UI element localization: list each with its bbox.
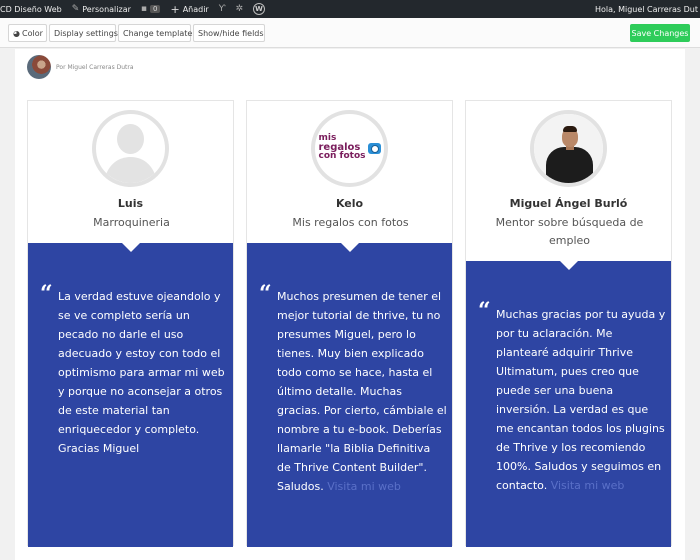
quote-icon: “ [40,281,53,307]
customize-label: Personalizar [82,4,131,14]
avatar: mis regalos con fotos [311,110,388,187]
user-silhouette-icon [96,114,165,183]
mis-regalos-logo: mis regalos con fotos [319,133,381,164]
testimonial-card-kelo: mis regalos con fotos Kelo Mis regalos c… [246,100,453,547]
quote-text: Muchos presumen de tener el mejor tutori… [277,290,447,493]
testimonial-quote: “ La verdad estuve ojeandolo y se ve com… [28,242,233,547]
testimonial-role: Mis regalos con fotos [292,216,409,229]
avatar [530,110,607,187]
comments-count: 0 [150,5,161,13]
display-settings-button[interactable]: Display settings [49,24,118,42]
testimonial-name: Luis [117,197,144,210]
yoast-icon: Ƴ [218,4,226,14]
save-changes-button[interactable]: Save Changes [630,24,690,42]
testimonial-card-luis: Luis Marroquineria “ La verdad estuve oj… [27,100,234,547]
site-name: CD Diseño Web [0,4,62,14]
save-changes-label: Save Changes [631,28,689,38]
palette-icon: ◕ [13,28,20,38]
quote-text: Muchas gracias por tu ayuda y por tu acl… [496,308,666,492]
site-name-link[interactable]: CD Diseño Web [0,0,67,18]
yoast-menu[interactable]: Ƴ [214,0,231,18]
editor-toolbar: ◕ Color Display settings Change template… [0,18,700,48]
comment-icon: ▪ [140,4,147,14]
change-template-label: Change template [123,28,193,38]
testimonial-name: Miguel Ángel Burló [509,197,628,210]
change-template-button[interactable]: Change template [118,24,193,42]
quote-icon: “ [478,298,491,324]
post-author: Por Miguel Carreras Dutra [27,55,134,79]
camera-icon [367,142,381,154]
admin-bar: CD Diseño Web ✎ Personalizar ▪ 0 + Añadi… [0,0,700,18]
testimonial-card-miguel: Miguel Ángel Burló Mentor sobre búsqueda… [465,100,672,547]
account-menu[interactable]: Hola, Miguel Carreras Dut [595,0,700,18]
testimonial-role: Mentor sobre búsqueda de empleo [495,216,644,247]
greeting: Hola, Miguel Carreras Dut [594,4,698,14]
color-button[interactable]: ◕ Color [8,24,47,42]
testimonial-name: Kelo [335,197,364,210]
page-content: Por Miguel Carreras Dutra Luis Marroquin… [15,49,685,560]
person-photo [534,114,603,183]
add-new-link[interactable]: + Añadir [165,0,213,18]
gear-icon: ✲ [235,4,243,14]
quote-icon: “ [259,281,272,307]
visit-website-link[interactable]: Visita mi web [327,480,401,493]
show-hide-fields-label: Show/hide fields [198,28,264,38]
plus-icon: + [170,2,180,16]
comments-link[interactable]: ▪ 0 [136,0,166,18]
wp-logo-icon: W [252,3,265,15]
testimonial-quote: “ Muchas gracias por tu ayuda y por tu a… [466,260,671,547]
add-new-label: Añadir [182,4,209,14]
brush-icon: ✎ [71,4,80,14]
author-avatar [27,55,51,79]
testimonial-quote: “ Muchos presumen de tener el mejor tuto… [247,242,452,547]
customize-link[interactable]: ✎ Personalizar [67,0,136,18]
quote-text: La verdad estuve ojeandolo y se ve compl… [58,290,225,455]
wp-logo-menu[interactable]: W [248,0,270,18]
settings-menu[interactable]: ✲ [230,0,248,18]
testimonial-role: Marroquineria [93,216,170,229]
show-hide-fields-button[interactable]: Show/hide fields [193,24,265,42]
display-settings-label: Display settings [54,28,118,38]
visit-website-link[interactable]: Visita mi web [551,479,625,492]
avatar [92,110,169,187]
author-byline: Por Miguel Carreras Dutra [56,63,134,71]
color-label: Color [21,28,43,38]
